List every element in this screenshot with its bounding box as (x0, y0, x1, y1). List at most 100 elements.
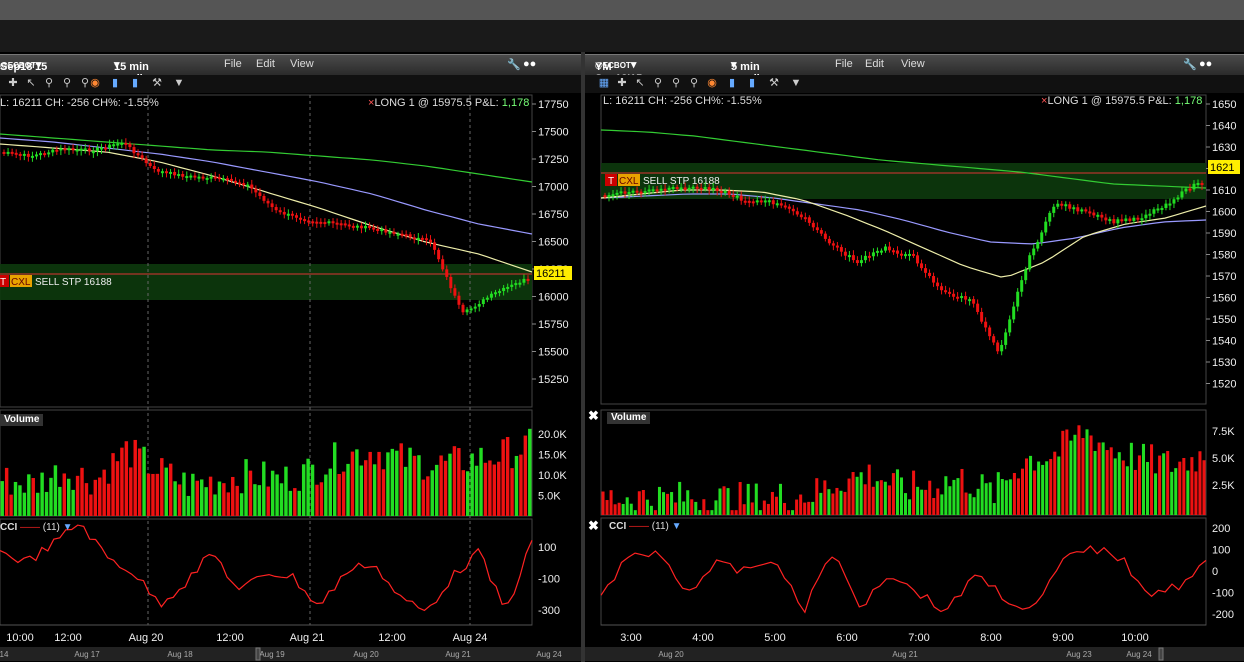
candle (928, 272, 932, 277)
candle (1112, 219, 1116, 224)
volume-bar (151, 473, 155, 516)
volume-bar (641, 490, 645, 515)
price-axis-tick: 16000 (538, 292, 569, 304)
volume-bar (883, 481, 887, 515)
volume-bar (1097, 442, 1101, 515)
ma-yellow-line (0, 143, 533, 273)
volume-bar (492, 464, 497, 516)
candle (278, 210, 282, 213)
time-axis-tick: Aug 21 (290, 632, 325, 644)
toolbar-strip (0, 20, 1244, 52)
candle (469, 308, 473, 311)
volume-bar (1061, 430, 1065, 515)
candle (108, 144, 112, 148)
price-axis-tick: 1600 (1212, 207, 1236, 219)
volume-bar (871, 486, 875, 515)
candle (755, 200, 759, 203)
candle (351, 225, 355, 228)
left-chart-canvas[interactable]: T CXL SELL STP 16188 17750 17500 17250 17000 16… (0, 52, 581, 662)
candle (441, 259, 445, 270)
volume-axis-tick: 10.0K (538, 470, 567, 482)
candle (603, 195, 607, 198)
price-axis-tick: 15500 (538, 347, 569, 359)
candle (851, 255, 855, 261)
candle (169, 171, 173, 174)
left-price-info: L: 16211 CH: -256 CH%: -1.55% (0, 97, 159, 109)
candle (376, 229, 380, 232)
candle (936, 282, 940, 287)
candle (87, 148, 91, 152)
price-axis-tick: 1570 (1212, 271, 1236, 283)
volume-bar (972, 497, 976, 515)
candle (1036, 241, 1040, 249)
candle (22, 153, 26, 156)
candle (156, 169, 160, 172)
volume-bar (457, 448, 461, 516)
volume-bar (1117, 452, 1121, 515)
volume-bar (754, 483, 758, 515)
volume-bar (920, 489, 924, 515)
volume-bar (835, 487, 839, 515)
volume-bar (1101, 442, 1105, 515)
volume-bar (1020, 468, 1024, 515)
volume-bar (1025, 458, 1029, 515)
volume-close-icon[interactable]: ✖ (588, 408, 599, 424)
candle (1032, 248, 1036, 256)
volume-bar (412, 455, 417, 516)
candle (140, 155, 144, 159)
price-axis-tick: 1550 (1212, 314, 1236, 326)
candle (303, 219, 307, 222)
volume-bar (319, 482, 324, 516)
volume-bar (1166, 450, 1170, 515)
volume-bar (791, 510, 795, 515)
volume-bar (301, 464, 306, 516)
candle (429, 239, 433, 243)
volume-bar (0, 481, 4, 516)
candle (1156, 208, 1160, 211)
volume-bar (778, 483, 782, 515)
time-axis-tick: 6:00 (836, 632, 857, 644)
candle (205, 177, 209, 180)
candle (715, 187, 719, 191)
volume-bar (350, 451, 355, 516)
candle (6, 151, 10, 154)
volume-bar (1174, 468, 1178, 515)
candle (152, 166, 156, 170)
volume-bar (421, 479, 426, 516)
candle (1008, 319, 1012, 333)
candle (831, 243, 835, 246)
volume-bar (439, 455, 443, 516)
volume-bar (1093, 450, 1097, 515)
volume-bar (843, 491, 847, 515)
volume-bar (996, 472, 1000, 515)
last-price-label: 1621 (1210, 162, 1234, 174)
candle (960, 296, 964, 299)
volume-bar (1154, 473, 1158, 515)
volume-bar (774, 496, 778, 515)
candle (735, 195, 739, 198)
volume-bar (510, 468, 514, 516)
volume-bar (807, 501, 811, 515)
volume-bar (714, 500, 718, 515)
volume-bar (863, 484, 867, 515)
candle (703, 187, 707, 190)
cci-close-icon[interactable]: ✖ (588, 518, 599, 534)
volume-bar (53, 465, 58, 516)
candle (815, 227, 819, 231)
candle (384, 229, 388, 233)
candle (473, 306, 477, 309)
volume-bar (377, 451, 381, 516)
candle (952, 293, 956, 297)
date-navigator-thumb (255, 647, 261, 661)
volume-bar (479, 447, 483, 516)
candle (988, 327, 992, 337)
candle (1012, 306, 1016, 320)
volume-bar (346, 463, 350, 516)
right-chart-canvas[interactable]: TCXLSELL STP 161881650164016301620161016… (585, 52, 1244, 662)
volume-bar (466, 471, 470, 516)
candle (699, 187, 703, 190)
candle (408, 234, 412, 238)
candle (827, 238, 831, 244)
volume-bar (795, 499, 799, 515)
candle (99, 147, 103, 150)
